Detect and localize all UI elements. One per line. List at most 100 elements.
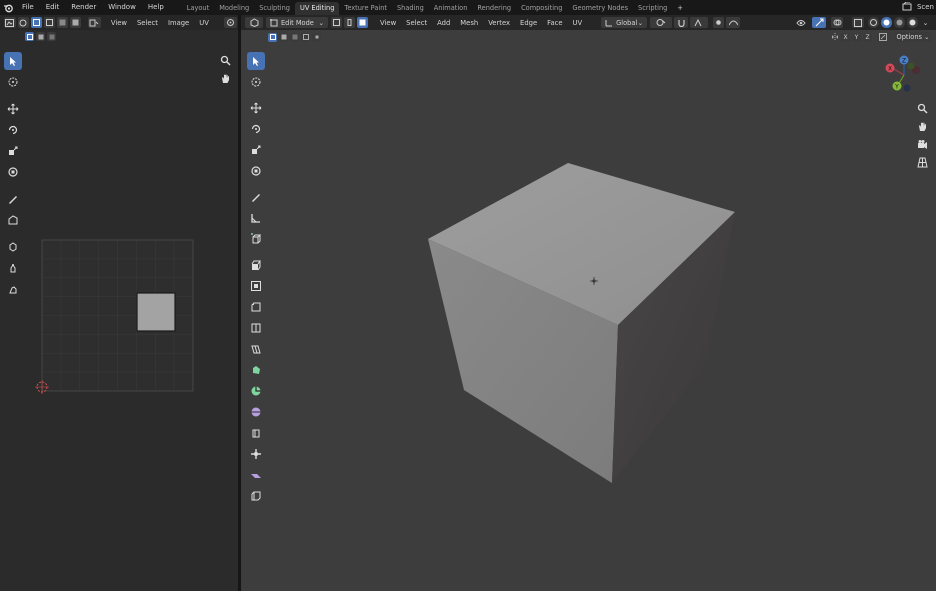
face-select-icon[interactable]	[357, 17, 368, 28]
mirror-z-toggle[interactable]: Z	[863, 32, 872, 42]
inset-faces-tool[interactable]	[247, 277, 265, 295]
3d-viewport[interactable]: Edit Mode ⌄ View Select Add Mesh Vertex …	[241, 15, 936, 591]
knife-tool[interactable]	[247, 340, 265, 358]
options-button[interactable]: Options ⌄	[895, 32, 931, 42]
annotate-tool[interactable]	[247, 188, 265, 206]
overlays-icon[interactable]	[831, 17, 843, 28]
viewport-menu-face[interactable]: Face	[542, 19, 567, 27]
viewport-menu-select[interactable]: Select	[401, 19, 432, 27]
tab-uv-editing[interactable]: UV Editing	[295, 2, 340, 15]
falloff-icon[interactable]	[726, 17, 741, 28]
select-mode-subtract-icon[interactable]	[290, 32, 299, 42]
menu-help[interactable]: Help	[142, 0, 170, 15]
add-workspace-button[interactable]: +	[672, 2, 688, 15]
rip-tool[interactable]	[4, 211, 22, 229]
select-mode-invert-icon[interactable]	[301, 32, 310, 42]
select-box-tool[interactable]	[4, 52, 22, 70]
shading-wireframe-icon[interactable]	[868, 17, 879, 28]
zoom-icon[interactable]	[218, 53, 232, 67]
orientation-selector[interactable]: Global ⌄	[601, 17, 648, 28]
viewport-menu-edge[interactable]: Edge	[515, 19, 542, 27]
smooth-tool[interactable]	[247, 403, 265, 421]
uv-edge-select-icon[interactable]	[43, 17, 55, 28]
uv-vertex-select-icon[interactable]	[30, 17, 42, 28]
edge-select-icon[interactable]	[344, 17, 355, 28]
select-mode-subtract-icon[interactable]	[47, 32, 56, 41]
uv-pivot-icon[interactable]	[223, 17, 237, 28]
vertex-select-icon[interactable]	[331, 17, 342, 28]
tab-compositing[interactable]: Compositing	[516, 2, 567, 15]
shading-material-icon[interactable]	[894, 17, 905, 28]
camera-view-icon[interactable]	[915, 137, 929, 151]
uv-face-select-icon[interactable]	[56, 17, 68, 28]
cube-mesh[interactable]	[421, 155, 741, 495]
select-mode-extend-icon[interactable]	[36, 32, 45, 41]
uv-grid-canvas[interactable]	[30, 235, 205, 405]
viewport-menu-uv[interactable]: UV	[568, 19, 588, 27]
pinch-tool[interactable]	[4, 280, 22, 298]
cursor-tool[interactable]	[247, 73, 265, 91]
zoom-icon[interactable]	[915, 101, 929, 115]
tab-scripting[interactable]: Scripting	[633, 2, 672, 15]
gizmo-toggle-icon[interactable]	[812, 17, 826, 28]
gizmo-neg-z-icon[interactable]	[903, 84, 911, 92]
selectability-visibility-icon[interactable]	[792, 17, 810, 28]
rotate-tool[interactable]	[247, 120, 265, 138]
tab-rendering[interactable]: Rendering	[472, 2, 516, 15]
scale-tool[interactable]	[247, 141, 265, 159]
scene-selector[interactable]: Scen	[915, 0, 934, 15]
shading-options-chevron-icon[interactable]: ⌄	[920, 17, 931, 28]
spin-tool[interactable]	[247, 382, 265, 400]
uv-menu-select[interactable]: Select	[132, 19, 163, 27]
pivot-point-icon[interactable]	[650, 17, 673, 28]
transform-tool[interactable]	[4, 163, 22, 181]
bevel-tool[interactable]	[247, 298, 265, 316]
menu-file[interactable]: File	[16, 0, 40, 15]
mirror-icon[interactable]	[830, 33, 839, 42]
editor-type-icon[interactable]	[4, 17, 16, 28]
relax-tool[interactable]	[4, 259, 22, 277]
gizmo-neg-y-icon[interactable]	[907, 62, 915, 70]
uv-menu-image[interactable]: Image	[163, 19, 194, 27]
scale-tool[interactable]	[4, 142, 22, 160]
tab-shading[interactable]: Shading	[392, 2, 429, 15]
scene-icon[interactable]	[902, 1, 912, 13]
perspective-toggle-icon[interactable]	[915, 155, 929, 169]
menu-edit[interactable]: Edit	[40, 0, 66, 15]
extrude-region-tool[interactable]	[247, 256, 265, 274]
shading-solid-icon[interactable]	[881, 17, 892, 28]
tab-animation[interactable]: Animation	[429, 2, 473, 15]
proportional-editing-icon[interactable]	[713, 17, 725, 28]
select-mode-extend-icon[interactable]	[279, 32, 288, 42]
move-tool[interactable]	[4, 100, 22, 118]
uv-sticky-mode-icon[interactable]	[87, 17, 101, 28]
snap-target-icon[interactable]	[690, 17, 709, 28]
tab-geometry-nodes[interactable]: Geometry Nodes	[567, 2, 633, 15]
menu-window[interactable]: Window	[102, 0, 142, 15]
shear-tool[interactable]	[247, 466, 265, 484]
select-box-tool[interactable]	[247, 52, 265, 70]
shrink-fatten-tool[interactable]	[247, 445, 265, 463]
uv-sync-selection-icon[interactable]	[17, 17, 29, 28]
move-tool[interactable]	[247, 99, 265, 117]
edge-slide-tool[interactable]	[247, 424, 265, 442]
rotate-tool[interactable]	[4, 121, 22, 139]
blender-logo-icon[interactable]	[0, 3, 16, 13]
tab-modeling[interactable]: Modeling	[214, 2, 254, 15]
transform-tool[interactable]	[247, 162, 265, 180]
snap-icon[interactable]	[674, 17, 689, 28]
uv-face[interactable]	[136, 292, 176, 332]
menu-render[interactable]: Render	[65, 0, 102, 15]
grab-tool[interactable]	[4, 238, 22, 256]
uv-island-select-icon[interactable]	[69, 17, 81, 28]
loop-cut-tool[interactable]	[247, 319, 265, 337]
pan-hand-icon[interactable]	[915, 119, 929, 133]
uv-menu-uv[interactable]: UV	[194, 19, 214, 27]
tab-layout[interactable]: Layout	[182, 2, 214, 15]
mode-selector[interactable]: Edit Mode ⌄	[266, 17, 328, 28]
select-mode-new-icon[interactable]	[25, 32, 34, 41]
tab-texture-paint[interactable]: Texture Paint	[339, 2, 392, 15]
measure-tool[interactable]	[247, 209, 265, 227]
cursor-tool[interactable]	[4, 73, 22, 91]
uv-menu-view[interactable]: View	[106, 19, 132, 27]
